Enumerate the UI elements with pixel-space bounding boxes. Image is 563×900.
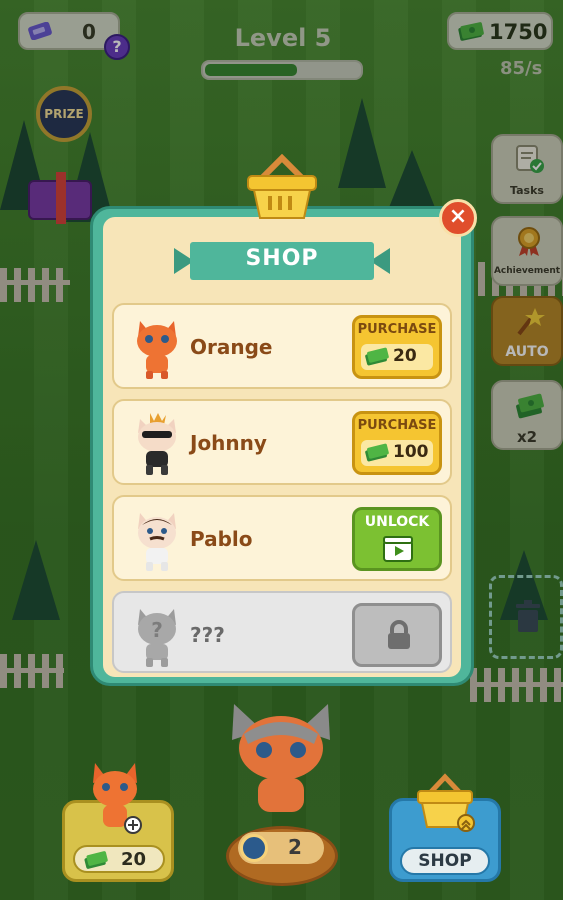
shop-item-pablo: Pablo UNLOCK	[112, 495, 452, 581]
item-name: Orange	[190, 335, 273, 359]
johnny-cat-avatar	[138, 413, 176, 475]
mystery-cat-avatar: ?	[138, 609, 176, 667]
money-icon	[84, 851, 108, 869]
shop-title: SHOP	[245, 246, 319, 271]
big-cat-character[interactable]	[228, 700, 334, 820]
lock-icon	[388, 620, 410, 649]
cost-value: 20	[393, 346, 417, 366]
svg-text:?: ?	[151, 618, 163, 642]
timer-display: 2	[238, 832, 324, 864]
shop-title-ribbon: SHOP	[174, 242, 390, 280]
shop-item-johnny: Johnny PURCHASE 100	[112, 399, 452, 485]
clock-icon	[240, 834, 268, 862]
cost-box: 20	[361, 344, 433, 370]
locked-button[interactable]	[352, 603, 442, 667]
cost-box: 100	[361, 440, 433, 466]
money-icon	[365, 347, 389, 366]
money-icon	[365, 443, 389, 462]
shop-button-label: SHOP	[400, 847, 490, 875]
spawn-cat-button[interactable]: 20	[62, 763, 174, 882]
unlock-label: UNLOCK	[364, 514, 430, 530]
purchase-button-orange[interactable]: PURCHASE 20	[352, 315, 442, 379]
basket-icon	[247, 154, 317, 219]
shop-button[interactable]: SHOP	[389, 773, 501, 882]
cost-value: 100	[393, 442, 429, 462]
pablo-cat-avatar	[138, 513, 176, 571]
timer-value: 2	[288, 835, 302, 859]
orange-cat-avatar	[137, 321, 177, 379]
purchase-label: PURCHASE	[357, 322, 437, 337]
purchase-label: PURCHASE	[357, 418, 437, 433]
basket-icon	[417, 773, 475, 832]
purchase-button-johnny[interactable]: PURCHASE 100	[352, 411, 442, 475]
item-name: ???	[190, 623, 225, 647]
close-button[interactable]: ×	[439, 199, 477, 237]
unlock-button-pablo[interactable]: UNLOCK	[352, 507, 442, 571]
shop-item-orange: Orange PURCHASE 20	[112, 303, 452, 389]
spawn-price: 20	[73, 845, 165, 873]
orange-cat-icon	[93, 763, 142, 834]
shop-item-locked: ? ???	[112, 591, 452, 673]
video-ad-icon	[383, 536, 413, 562]
item-name: Pablo	[190, 527, 253, 551]
spawn-price-value: 20	[121, 849, 147, 870]
item-name: Johnny	[190, 431, 267, 455]
